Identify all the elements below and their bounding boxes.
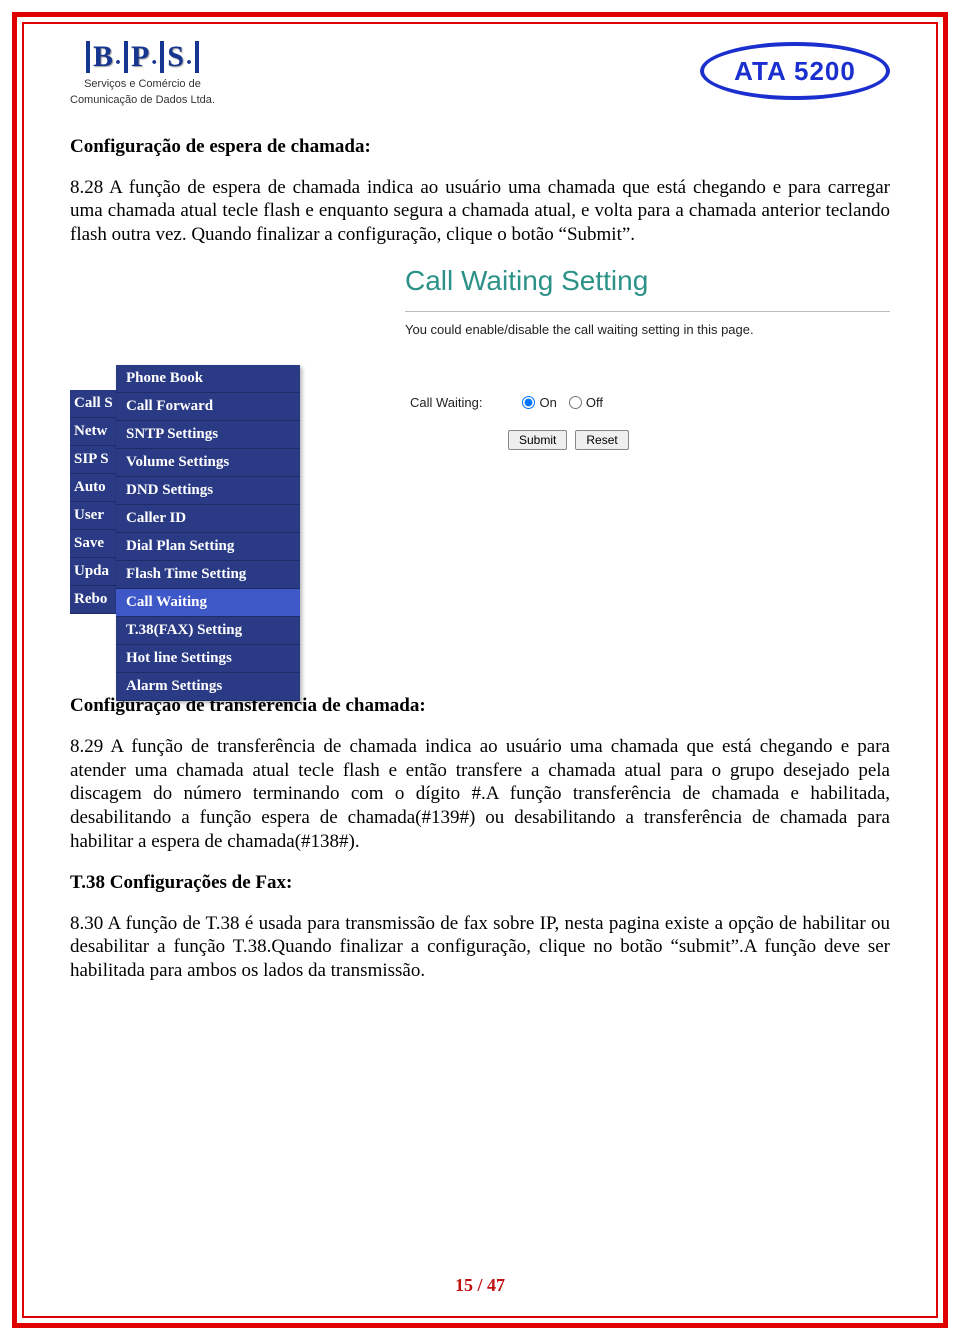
nav-item-volume[interactable]: Volume Settings [116, 449, 300, 477]
radio-off-text: Off [586, 395, 603, 410]
nav-item-dial-plan[interactable]: Dial Plan Setting [116, 533, 300, 561]
reset-button[interactable]: Reset [575, 430, 628, 450]
section1-heading: Configuração de espera de chamada: [70, 136, 890, 158]
button-row: Submit Reset [508, 430, 629, 450]
ui-desc: You could enable/disable the call waitin… [405, 311, 890, 337]
ui-form: Call Waiting: On Off Submit Re [410, 365, 629, 450]
nav-item-dnd[interactable]: DND Settings [116, 477, 300, 505]
section3-heading: T.38 Configurações de Fax: [70, 872, 890, 894]
nav-item-t38[interactable]: T.38(FAX) Setting [116, 617, 300, 645]
bps-logo-mark: B. P. S. [70, 38, 215, 76]
nav-item-caller-id[interactable]: Caller ID [116, 505, 300, 533]
nav-stack: Call S Netw SIP S Auto User Save Upda Re… [70, 365, 320, 665]
radio-on-text: On [539, 395, 556, 410]
radio-off[interactable] [569, 396, 582, 409]
nav-front-col: Phone Book Call Forward SNTP Settings Vo… [116, 365, 300, 701]
radio-off-label[interactable]: Off [569, 395, 603, 410]
submit-button[interactable]: Submit [508, 430, 567, 450]
section1-para: 8.28 A função de espera de chamada indic… [70, 176, 890, 247]
section2-para: 8.29 A função de transferência de chamad… [70, 735, 890, 854]
form-row-call-waiting: Call Waiting: On Off [410, 395, 629, 410]
nav-item-alarm[interactable]: Alarm Settings [116, 673, 300, 701]
radio-group: On Off [522, 395, 602, 410]
nav-item-flash-time[interactable]: Flash Time Setting [116, 561, 300, 589]
header: B. P. S. Serviços e Comércio de Comunica… [70, 38, 890, 108]
bps-sub-1: Serviços e Comércio de [70, 78, 215, 92]
nav-item-phone-book[interactable]: Phone Book [116, 365, 300, 393]
ui-screenshot: Call Waiting Setting You could enable/di… [70, 265, 890, 665]
ui-body: Call S Netw SIP S Auto User Save Upda Re… [70, 365, 890, 665]
nav-item-call-forward[interactable]: Call Forward [116, 393, 300, 421]
radio-on[interactable] [522, 396, 535, 409]
bps-logo: B. P. S. Serviços e Comércio de Comunica… [70, 38, 215, 108]
section3-para: 8.30 A função de T.38 é usada para trans… [70, 912, 890, 983]
bps-sub-2: Comunicação de Dados Ltda. [70, 94, 215, 108]
ui-title: Call Waiting Setting [405, 265, 890, 297]
page-number: 15 / 47 [30, 1275, 930, 1296]
nav-item-call-waiting[interactable]: Call Waiting [116, 589, 300, 617]
radio-on-label[interactable]: On [522, 395, 556, 410]
page-content: B. P. S. Serviços e Comércio de Comunica… [30, 30, 930, 1310]
ata-badge: ATA 5200 [700, 42, 890, 100]
nav-item-sntp[interactable]: SNTP Settings [116, 421, 300, 449]
call-waiting-label: Call Waiting: [410, 395, 482, 410]
nav-item-hotline[interactable]: Hot line Settings [116, 645, 300, 673]
